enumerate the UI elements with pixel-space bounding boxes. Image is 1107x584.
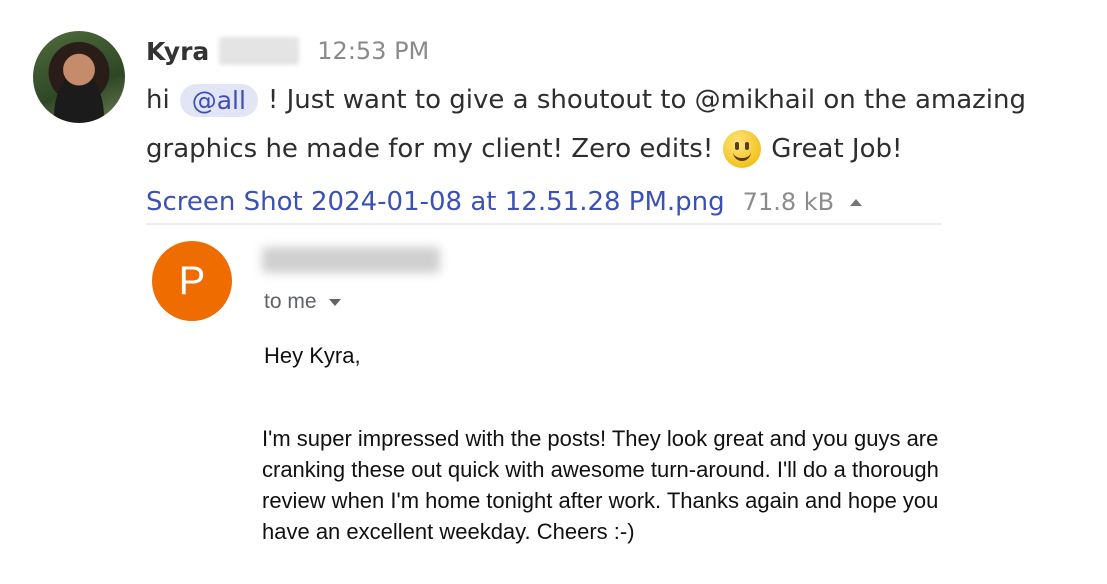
email-body: I'm super impressed with the posts! They… [262, 423, 1082, 547]
sender-name[interactable]: Kyra [146, 37, 209, 66]
collapse-caret-icon[interactable] [850, 198, 863, 206]
smiling-face-icon [723, 130, 762, 168]
message-timestamp: 12:53 PM [317, 37, 430, 65]
attachment: Screen Shot 2024-01-08 at 12.51.28 PM.pn… [146, 183, 863, 221]
email-body-line: have an excellent weekday. Cheers :-) [262, 519, 635, 544]
message-text-line-1: hi @all ! Just want to give a shoutout t… [146, 82, 1026, 118]
email-sender-avatar[interactable]: P [152, 241, 232, 321]
divider [146, 223, 942, 225]
redacted-email-sender [262, 247, 440, 273]
attachment-size: 71.8 kB [742, 188, 835, 216]
message-text-rest: ! Just want to give a shoutout to @mikha… [267, 85, 1027, 115]
message-header: Kyra 12:53 PM [146, 33, 429, 69]
attachment-link[interactable]: Screen Shot 2024-01-08 at 12.51.28 PM.pn… [146, 187, 725, 217]
mention-all[interactable]: @all [179, 83, 258, 117]
email-body-line: I'm super impressed with the posts! They… [262, 426, 939, 451]
message-text-end: Great Job! [771, 134, 903, 164]
recipient-row[interactable]: to me [264, 289, 341, 315]
email-greeting: Hey Kyra, [264, 343, 361, 368]
message-text-prefix: hi [146, 85, 170, 115]
message-text-line-2: graphics he made for my client! Zero edi… [146, 130, 903, 168]
chevron-down-icon[interactable] [328, 298, 341, 306]
to-label: to me [264, 290, 317, 313]
email-body-line: cranking these out quick with awesome tu… [262, 457, 939, 482]
redacted-surname [219, 37, 300, 65]
sender-avatar[interactable] [33, 31, 125, 123]
message-text-start: graphics he made for my client! Zero edi… [146, 134, 714, 164]
email-body-line: review when I'm home tonight after work.… [262, 488, 939, 513]
